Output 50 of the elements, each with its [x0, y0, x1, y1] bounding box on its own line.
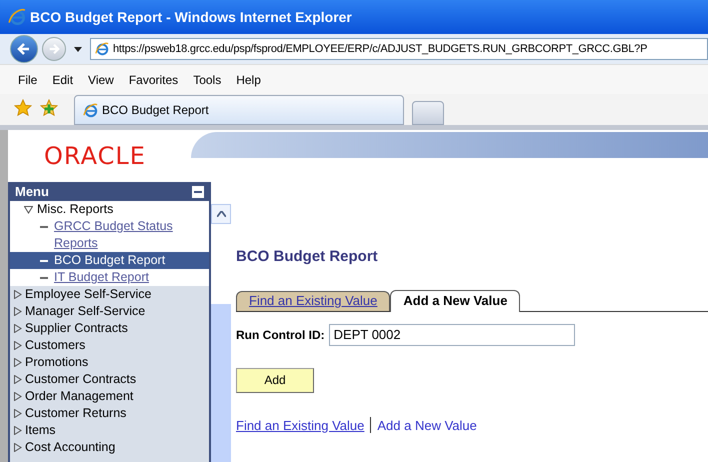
run-control-field[interactable]: DEPT 0002	[328, 324, 575, 346]
menu-folder[interactable]: Items	[10, 422, 209, 439]
browser-logo-icon	[83, 102, 98, 118]
menu-bar-item[interactable]: View	[88, 70, 114, 88]
new-tab-button[interactable]	[412, 101, 444, 125]
field-label: Run Control ID:	[236, 326, 325, 344]
dropdown-caret-icon[interactable]	[74, 46, 82, 52]
add-favorite-icon[interactable]	[40, 99, 58, 117]
collapse-icon[interactable]	[192, 186, 204, 198]
star-icon[interactable]	[14, 99, 32, 117]
menu-folder[interactable]: Manager Self-Service	[10, 303, 209, 320]
oracle-logo: ORACLE	[44, 141, 146, 172]
menu-link[interactable]: BCO Budget Report	[10, 252, 209, 269]
page-title: BCO Budget Report	[236, 247, 379, 267]
add-link[interactable]: Add a New Value	[377, 416, 477, 435]
menu-folder[interactable]: Employee Self-Service	[10, 286, 209, 303]
dash-icon	[40, 277, 48, 279]
back-arrow-icon	[17, 42, 31, 56]
menu-folder[interactable]: Order Management	[10, 388, 209, 405]
window-title: BCO Budget Report - Windows Internet Explorer	[30, 8, 352, 27]
scroll-up-icon[interactable]	[216, 211, 226, 217]
dash-icon	[40, 226, 48, 228]
add-button[interactable]: Add	[236, 368, 314, 392]
address-field[interactable]: https://psweb18.grcc.edu/psp/fsprod/EMPLOYEE/ERP/c/ADJUST_BUDGETS.RUN_GRBCORPT_GRCC.GBL?P	[90, 38, 708, 60]
menu-title: Menu	[15, 182, 49, 201]
menu-folder[interactable]: Customers	[10, 337, 209, 354]
menu-bar-item[interactable]: File	[18, 70, 38, 88]
page-tab[interactable]: Add a New Value	[390, 290, 520, 312]
menu-folder[interactable]: Cost Accounting	[10, 439, 209, 456]
find-link[interactable]: Find an Existing Value	[236, 416, 364, 435]
browser-logo-icon	[95, 42, 109, 56]
browser-logo-icon	[8, 8, 26, 26]
forward-arrow-icon	[48, 43, 60, 55]
menu-bar-item[interactable]: Edit	[52, 70, 74, 88]
menu-folder[interactable]: Customer Contracts	[10, 371, 209, 388]
menu-folder[interactable]: Customer Returns	[10, 405, 209, 422]
menu-bar-item[interactable]: Help	[236, 70, 261, 88]
menu-link[interactable]: GRCC Budget Status Reports	[10, 218, 209, 252]
page-tab[interactable]: Find an Existing Value	[236, 290, 390, 310]
menu-link[interactable]: IT Budget Report	[10, 269, 209, 286]
menu-bar-item[interactable]: Tools	[193, 70, 222, 88]
menu-folder[interactable]: Supplier Contracts	[10, 320, 209, 337]
menu-folder[interactable]: Misc. Reports	[10, 201, 209, 218]
back-button[interactable]	[10, 35, 38, 63]
forward-button[interactable]	[42, 37, 66, 61]
expanded-triangle-icon	[24, 205, 33, 214]
menu-bar-item[interactable]: Favorites	[128, 70, 178, 88]
browser-tab[interactable]: BCO Budget Report	[74, 95, 404, 125]
dash-icon	[40, 260, 48, 262]
menu-folder[interactable]: Promotions	[10, 354, 209, 371]
